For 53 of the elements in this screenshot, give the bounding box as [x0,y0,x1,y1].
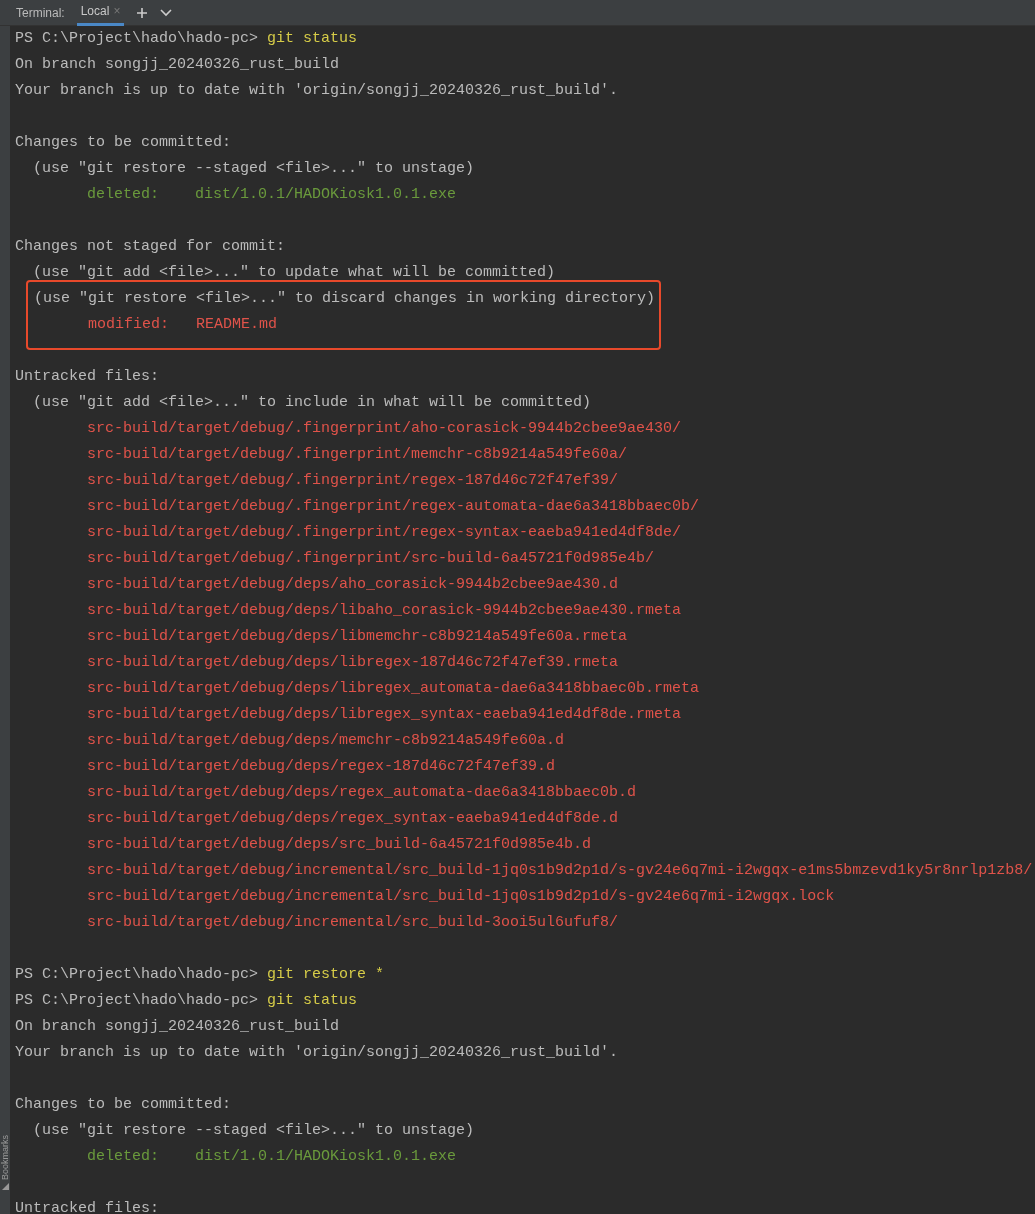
hint-line: (use "git add <file>..." to include in what will be committed) [33,394,592,411]
prompt-text: PS C:\Project\hado\hado-pc> [15,992,259,1009]
file-path: src-build/target/debug/.fingerprint/src-build-6a45721f0d985e4b/ [87,550,655,567]
file-path: src-build/target/debug/deps/regex_automata-dae6a3418bbaec0b.d [87,784,637,801]
triangle-icon [1,1183,9,1190]
plus-icon[interactable] [136,6,149,19]
file-path: src-build/target/debug/incremental/src_build-3ooi5ul6ufuf8/ [87,914,619,931]
status-label: deleted: [87,1148,160,1165]
hint-line: (use "git restore --staged <file>..." to unstage) [33,160,475,177]
file-path: src-build/target/debug/deps/libaho_corasick-9944b2cbee9ae430.rmeta [87,602,682,619]
output-line: Changes to be committed: [15,134,232,151]
command-text: git status [267,30,358,47]
output-line: Untracked files: [15,368,160,385]
prompt-text: PS C:\Project\hado\hado-pc> [15,966,259,983]
output-line: Changes not staged for commit: [15,238,286,255]
file-path: src-build/target/debug/deps/memchr-c8b9214a549fe60a.d [87,732,565,749]
file-path: src-build/target/debug/deps/libregex-187d46c72f47ef39.rmeta [87,654,619,671]
output-line: Untracked files: [15,1200,160,1214]
side-tab[interactable]: Bookmarks [0,1135,10,1180]
output-line: Your branch is up to date with 'origin/songjj_20240326_rust_build'. [15,82,619,99]
file-path: src-build/target/debug/deps/aho_corasick-9944b2cbee9ae430.d [87,576,619,593]
output-line: Your branch is up to date with 'origin/songjj_20240326_rust_build'. [15,1044,619,1061]
panel-title: Terminal: [16,4,65,22]
chevron-down-icon[interactable] [160,8,173,17]
hint-line: (use "git restore --staged <file>..." to unstage) [33,1122,475,1139]
hint-line: (use "git restore <file>..." to discard changes in working directory) [34,290,656,307]
command-text: git status [267,992,358,1009]
file-path: src-build/target/debug/.fingerprint/regex-syntax-eaeba941ed4df8de/ [87,524,682,541]
status-label: modified: [88,316,170,333]
file-path: src-build/target/debug/deps/libregex_automata-dae6a3418bbaec0b.rmeta [87,680,700,697]
command-text: git restore * [267,966,385,983]
prompt-text: PS C:\Project\hado\hado-pc> [15,30,259,47]
file-path: dist/1.0.1/HADOKiosk1.0.1.exe [195,186,457,203]
file-path: src-build/target/debug/deps/libregex_syntax-eaeba941ed4df8de.rmeta [87,706,682,723]
file-path: src-build/target/debug/incremental/src_build-1jq0s1b9d2p1d/s-gv24e6q7mi-i2wgqx-e1ms5bmzevd1ky5r8nrlp1zb8/ [87,862,1033,879]
file-path: src-build/target/debug/.fingerprint/regex-187d46c72f47ef39/ [87,472,619,489]
file-path: src-build/target/debug/deps/src_build-6a45721f0d985e4b.d [87,836,592,853]
file-path: README.md [196,316,278,333]
output-line: On branch songjj_20240326_rust_build [15,1018,340,1035]
file-path: src-build/target/debug/incremental/src_build-1jq0s1b9d2p1d/s-gv24e6q7mi-i2wgqx.lock [87,888,835,905]
file-path: src-build/target/debug/.fingerprint/memchr-c8b9214a549fe60a/ [87,446,628,463]
status-label: deleted: [87,186,160,203]
file-path: dist/1.0.1/HADOKiosk1.0.1.exe [195,1148,457,1165]
file-path: src-build/target/debug/.fingerprint/aho-corasick-9944b2cbee9ae430/ [87,420,682,437]
terminal-tab[interactable]: Local × [76,0,125,26]
output-line: On branch songjj_20240326_rust_build [15,56,340,73]
file-path: src-build/target/debug/deps/regex-187d46c72f47ef39.d [87,758,556,775]
file-path: src-build/target/debug/.fingerprint/regex-automata-dae6a3418bbaec0b/ [87,498,700,515]
file-path: src-build/target/debug/deps/regex_syntax-eaeba941ed4df8de.d [87,810,619,827]
close-icon[interactable]: × [113,2,121,20]
output-line: Changes to be committed: [15,1096,232,1113]
hint-line: (use "git add <file>..." to update what will be committed) [33,264,556,281]
file-path: src-build/target/debug/deps/libmemchr-c8b9214a549fe60a.rmeta [87,628,628,645]
